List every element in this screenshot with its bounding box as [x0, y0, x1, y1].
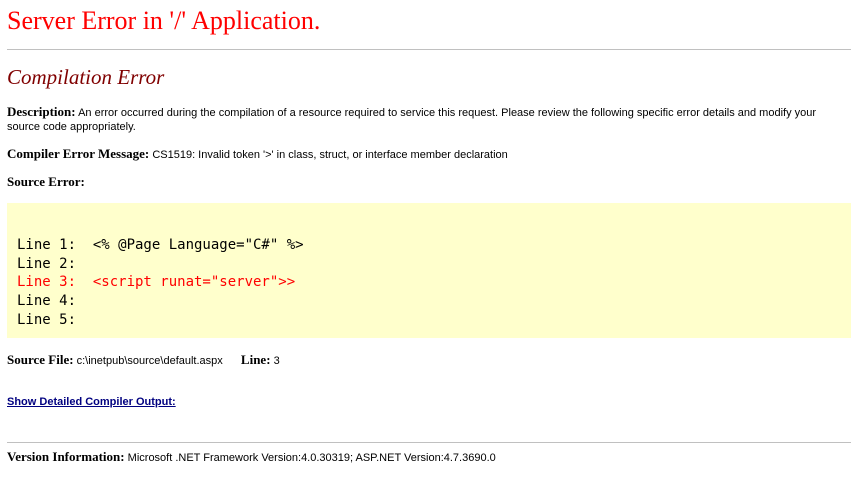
show-compiler-output-link[interactable]: Show Detailed Compiler Output:: [7, 396, 176, 408]
compiler-error-label: Compiler Error Message:: [7, 146, 150, 161]
code-line: Line 4:: [17, 293, 77, 309]
page-title: Server Error in '/' Application.: [7, 6, 321, 35]
compiler-error-text: CS1519: Invalid token '>' in class, stru…: [152, 149, 508, 161]
source-file-path: c:\inetpub\source\default.aspx: [76, 355, 223, 367]
version-block: Version Information: Microsoft .NET Fram…: [7, 450, 847, 465]
source-error-block: Source Error:: [7, 175, 847, 190]
source-code-box: Line 1: <% @Page Language="C#" %> Line 2…: [7, 203, 851, 338]
line-label: Line:: [240, 352, 271, 367]
source-error-label: Source Error:: [7, 174, 85, 189]
description-text: An error occurred during the compilation…: [7, 107, 817, 133]
footer-divider: [7, 442, 851, 443]
source-file-block: Source File: c:\inetpub\source\default.a…: [7, 353, 847, 368]
code-line-error: Line 3: <script runat="server">>: [17, 274, 296, 290]
title-divider: [7, 49, 851, 50]
source-file-label: Source File:: [7, 352, 74, 367]
version-text: Microsoft .NET Framework Version:4.0.303…: [127, 452, 496, 464]
line-value: 3: [273, 355, 280, 367]
code-line: Line 5:: [17, 312, 77, 328]
version-label: Version Information:: [7, 449, 125, 464]
description-block: Description: An error occurred during th…: [7, 105, 847, 134]
code-line: Line 1: <% @Page Language="C#" %>: [17, 237, 304, 253]
description-label: Description:: [7, 104, 76, 119]
compiler-error-block: Compiler Error Message: CS1519: Invalid …: [7, 147, 847, 162]
code-line: Line 2:: [17, 256, 77, 272]
error-subtitle: Compilation Error: [7, 65, 165, 89]
